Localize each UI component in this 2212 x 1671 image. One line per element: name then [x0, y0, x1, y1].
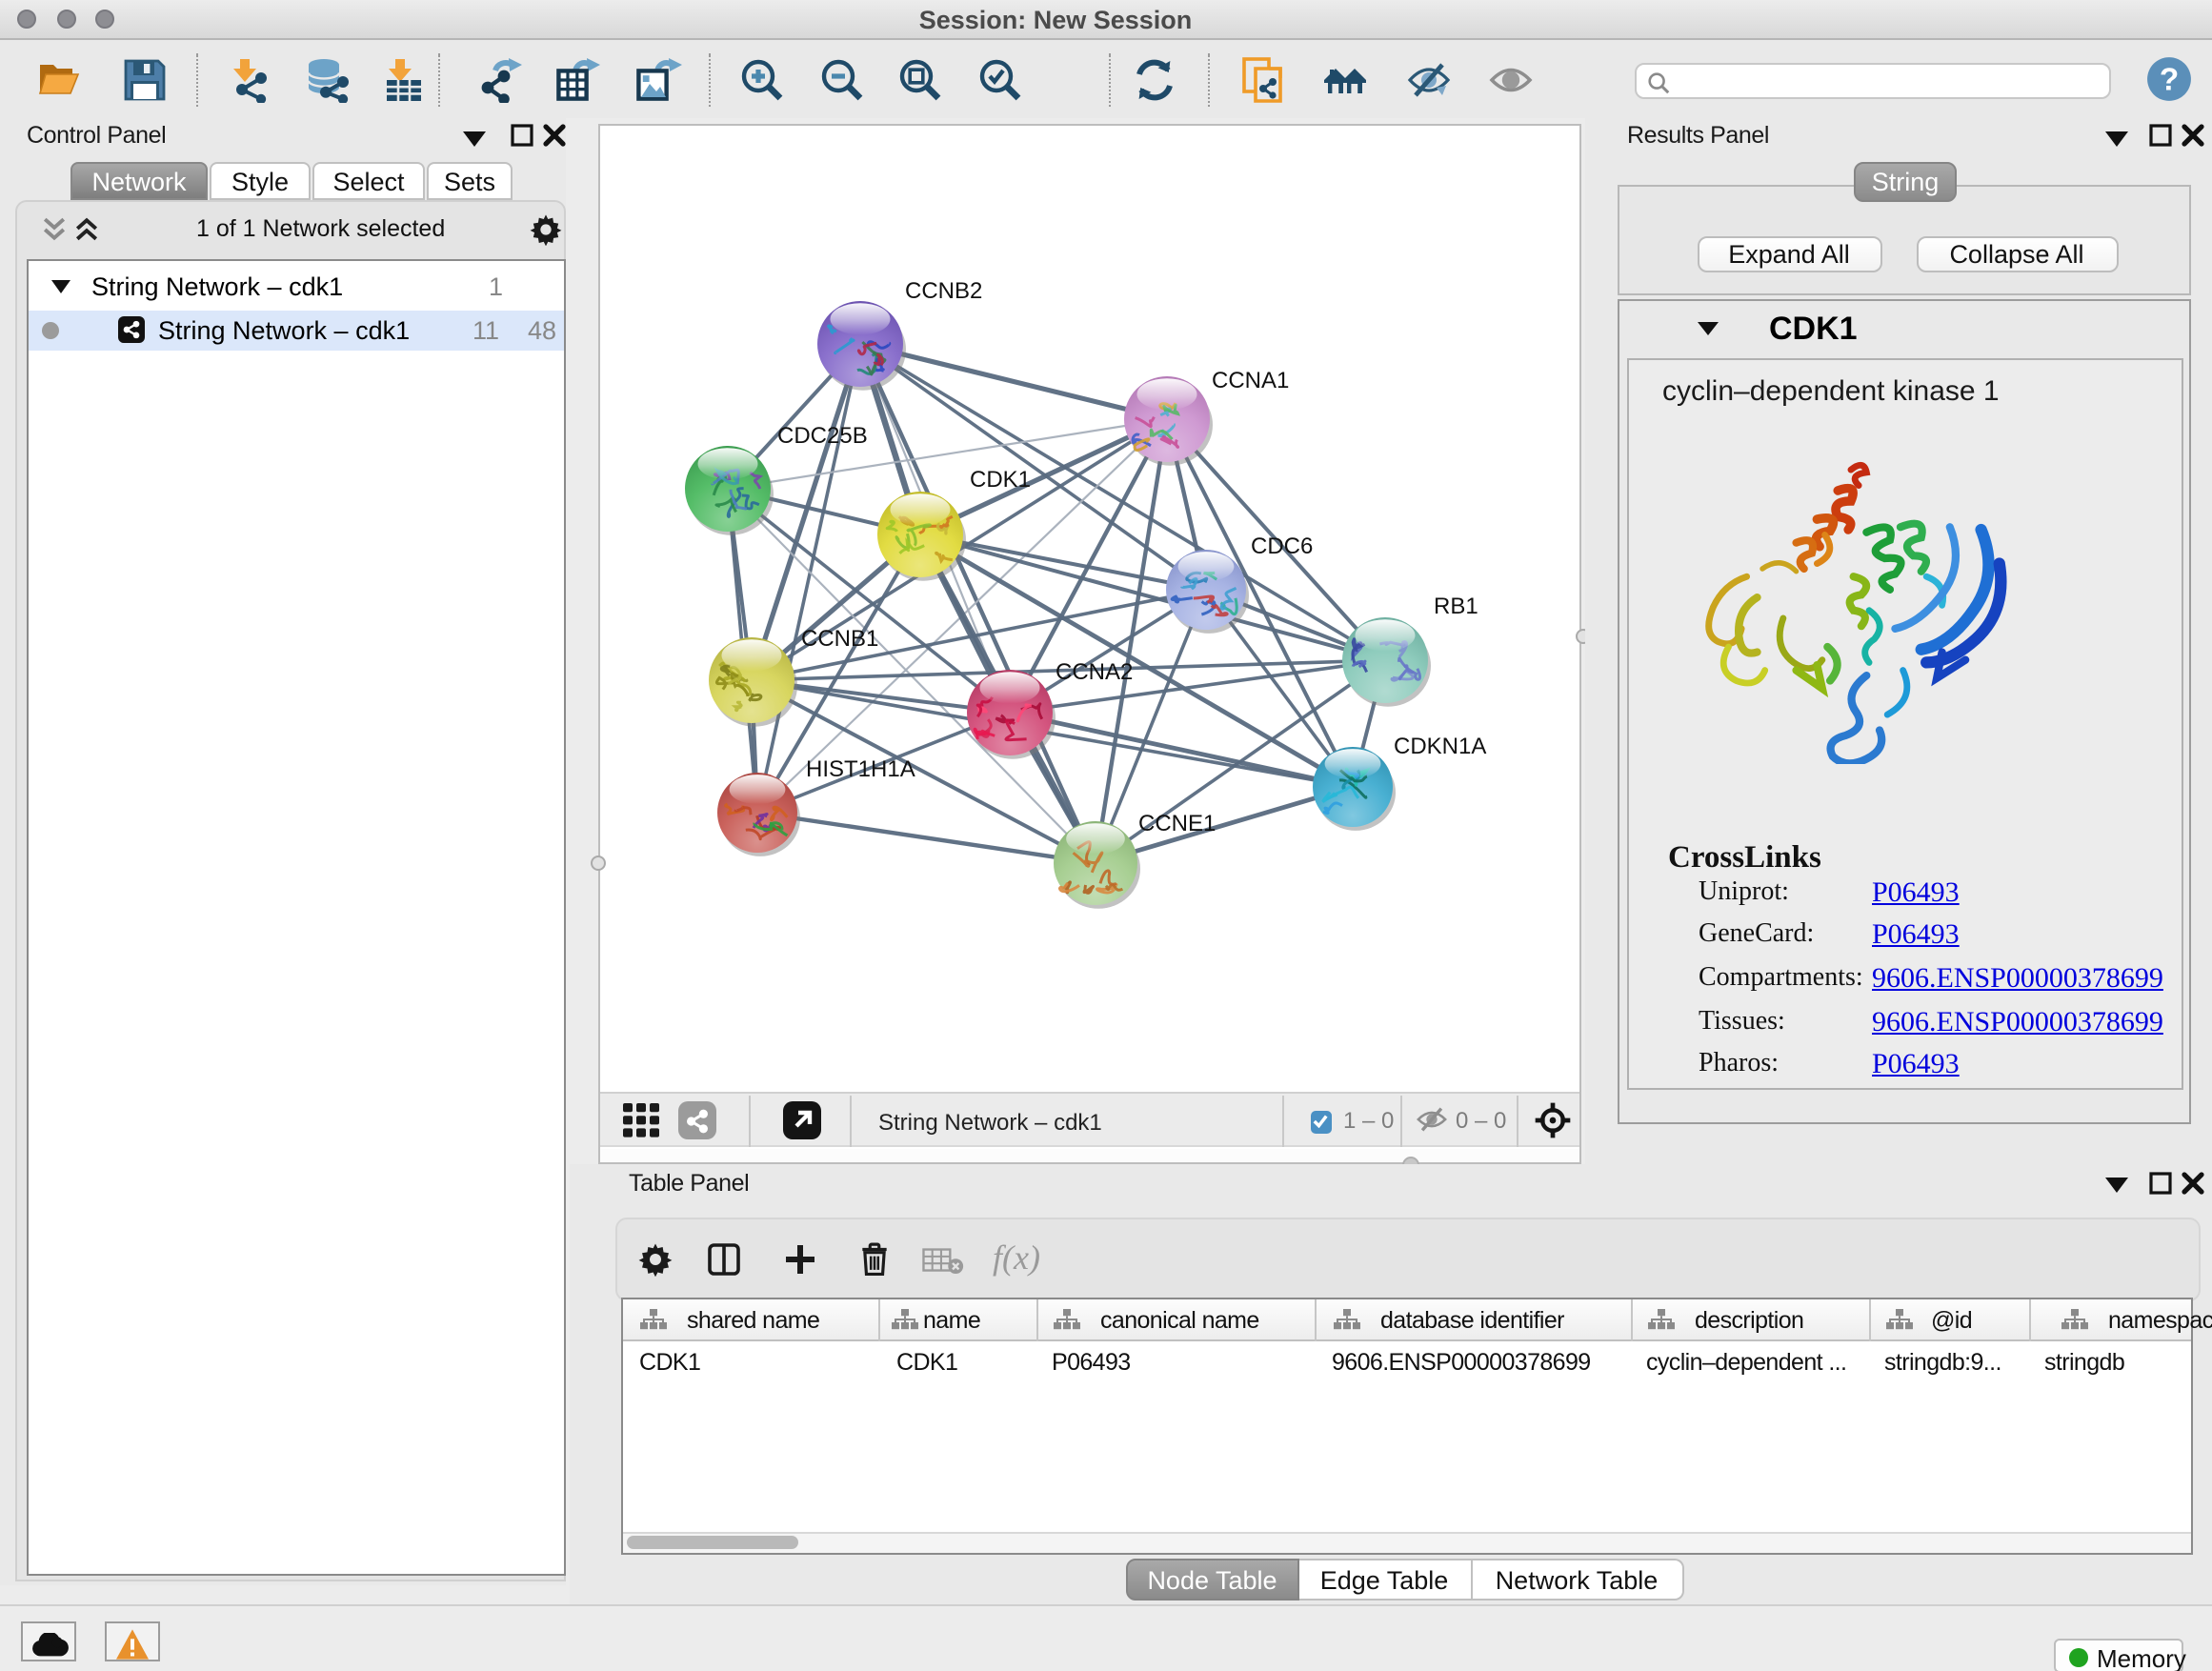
svg-text:CDKN1A: CDKN1A — [1394, 733, 1486, 758]
svg-text:CDC6: CDC6 — [1251, 533, 1313, 558]
svg-text:CCNA2: CCNA2 — [1056, 658, 1133, 684]
svg-text:?: ? — [2160, 62, 2179, 97]
svg-text:HIST1H1A: HIST1H1A — [806, 755, 915, 781]
svg-text:CCNE1: CCNE1 — [1138, 810, 1216, 836]
svg-text:RB1: RB1 — [1434, 593, 1478, 618]
svg-text:CCNB1: CCNB1 — [801, 625, 878, 651]
svg-text:CCNA1: CCNA1 — [1212, 367, 1289, 393]
svg-text:CDK1: CDK1 — [970, 466, 1031, 492]
svg-text:CCNB2: CCNB2 — [905, 277, 982, 303]
svg-text:CDC25B: CDC25B — [777, 422, 868, 448]
